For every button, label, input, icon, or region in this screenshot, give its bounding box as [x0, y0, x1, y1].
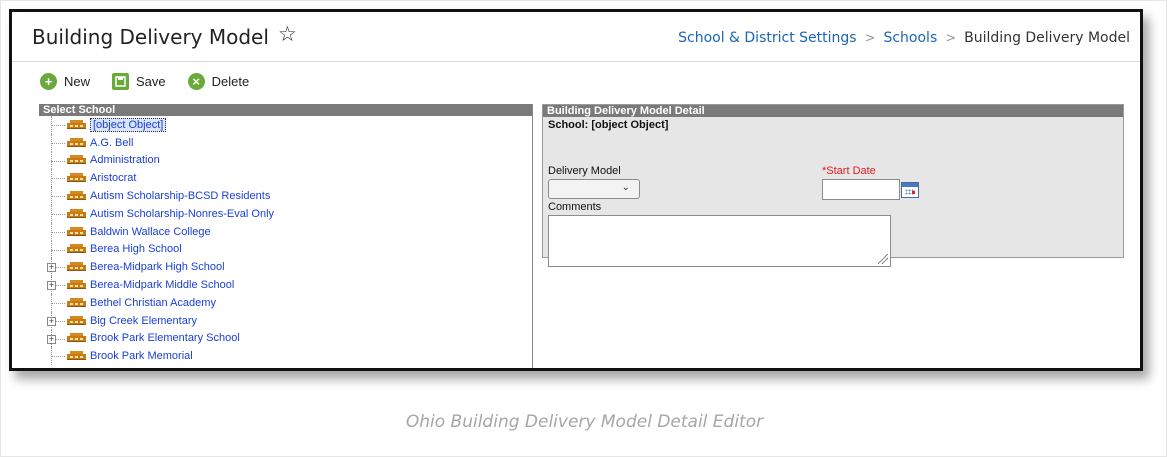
breadcrumb-schools[interactable]: Schools [883, 30, 937, 46]
tree-item[interactable]: + Big Creek Elementary [39, 311, 532, 330]
resize-grip-icon[interactable] [878, 254, 888, 264]
select-school-header: Select School [39, 104, 532, 116]
chevron-right-icon: > [945, 30, 957, 46]
school-building-icon [67, 137, 86, 148]
article-figure: Building Delivery Model ☆ School & Distr… [0, 0, 1167, 457]
tree-line [51, 231, 65, 233]
breadcrumb-current: Building Delivery Model [964, 30, 1130, 46]
tree-item[interactable]: + Berea-Midpark High School [39, 258, 532, 277]
school-building-icon [67, 262, 86, 272]
tree-item[interactable]: Administration [39, 151, 532, 170]
start-date-label: *Start Date [822, 165, 876, 177]
tree-item[interactable]: Autism Scholarship-Nonres-Eval Only [39, 204, 532, 223]
tree-item-label: Administration [90, 154, 160, 167]
school-building-icon [67, 191, 86, 201]
select-school-panel: Select School [object Object] A.G. Bell Ad… [39, 104, 533, 368]
expand-plus-icon[interactable]: + [47, 281, 56, 291]
delivery-model-label: Delivery Model [548, 165, 621, 177]
tree-line [51, 160, 65, 162]
save-button-label: Save [136, 73, 166, 89]
tree-item[interactable]: Berea High School [39, 240, 532, 259]
tree-item[interactable]: Aristocrat [39, 169, 532, 188]
breadcrumb: School & District Settings > Schools > B… [678, 30, 1130, 46]
school-building-icon [67, 173, 86, 183]
tree-item[interactable]: A.G. Bell [39, 133, 532, 152]
tree-item[interactable]: Brook Park Memorial [39, 347, 532, 366]
school-building-icon [67, 333, 86, 343]
delete-button[interactable]: × Delete [187, 72, 250, 90]
new-button-label: New [64, 73, 91, 89]
selected-school-line: School: [object Object] [548, 119, 669, 131]
tree-item-label: Berea High School [90, 243, 182, 256]
star-icon[interactable]: ☆ [278, 22, 297, 46]
tree-item-label: Brook Park Elementary School [90, 332, 240, 345]
tree-line [51, 356, 65, 358]
school-building-icon [67, 226, 86, 237]
school-building-icon [67, 351, 86, 361]
school-building-icon [67, 297, 86, 308]
tree-item-label: Autism Scholarship-Nonres-Eval Only [90, 207, 275, 220]
chevron-down-icon: ⌄ [621, 182, 630, 193]
tree-item[interactable]: + Berea-Midpark Middle School [39, 276, 532, 294]
tree-line [51, 196, 65, 198]
tree-item-label: Aristocrat [90, 172, 137, 185]
tree-item[interactable]: + Brook Park Elementary School [39, 329, 532, 348]
tree-item[interactable]: [object Object] [39, 116, 532, 134]
tree-line [51, 249, 65, 251]
expand-plus-icon[interactable]: + [47, 263, 56, 273]
tree-item-label: Berea-Midpark High School [90, 261, 225, 274]
expand-plus-icon[interactable]: + [47, 334, 56, 344]
school-building-icon [67, 244, 86, 254]
tree-item-label: Bethel Christian Academy [90, 296, 216, 309]
tree-item-label: [object Object] [90, 117, 167, 132]
screenshot-frame: Building Delivery Model ☆ School & Distr… [9, 9, 1143, 371]
comments-label: Comments [548, 201, 602, 213]
school-building-icon [67, 280, 86, 290]
detail-header: Building Delivery Model Detail [543, 105, 1123, 117]
school-building-icon [67, 315, 86, 326]
tree-line [51, 302, 65, 304]
delivery-model-select[interactable]: ⌄ [548, 179, 640, 199]
title-bar: Building Delivery Model ☆ School & Distr… [12, 12, 1140, 62]
tree-line [51, 125, 65, 126]
school-building-icon [67, 208, 86, 219]
expand-plus-icon[interactable]: + [47, 316, 56, 326]
school-building-icon [67, 155, 86, 165]
tree-item-label: Brook Park Memorial [90, 350, 193, 363]
school-tree: [object Object] A.G. Bell Administration Ar… [39, 116, 532, 366]
floppy-disk-icon [112, 72, 130, 90]
plus-circle-icon: + [40, 72, 57, 90]
new-button[interactable]: + New [40, 72, 91, 90]
page-title: Building Delivery Model [32, 25, 269, 49]
tree-item[interactable]: Bethel Christian Academy [39, 293, 532, 312]
chevron-right-icon: > [864, 30, 876, 46]
calendar-icon[interactable] [901, 182, 919, 198]
breadcrumb-school-district-settings[interactable]: School & District Settings [678, 30, 856, 46]
delete-button-label: Delete [211, 73, 250, 89]
x-circle-icon: × [187, 72, 205, 90]
tree-item-label: A.G. Bell [90, 136, 134, 149]
tree-item-label: Big Creek Elementary [90, 314, 197, 327]
tree-line [51, 178, 65, 180]
tree-item-label: Berea-Midpark Middle School [90, 279, 235, 292]
tree-item[interactable]: Autism Scholarship-BCSD Residents [39, 187, 532, 205]
save-button[interactable]: Save [112, 72, 166, 90]
comments-textarea[interactable] [548, 215, 891, 267]
figure-caption: Ohio Building Delivery Model Detail Edit… [405, 412, 764, 432]
tree-line [51, 142, 65, 144]
tree-item-label: Autism Scholarship-BCSD Residents [90, 190, 271, 203]
school-building-icon [67, 119, 86, 130]
building-delivery-model-detail-panel: Building Delivery Model Detail School: [… [542, 104, 1124, 267]
tree-item[interactable]: Baldwin Wallace College [39, 222, 532, 241]
action-toolbar: + New Save × Delete [40, 70, 271, 92]
tree-item-label: Baldwin Wallace College [90, 225, 211, 238]
tree-line [51, 213, 65, 215]
start-date-input[interactable] [822, 179, 900, 200]
